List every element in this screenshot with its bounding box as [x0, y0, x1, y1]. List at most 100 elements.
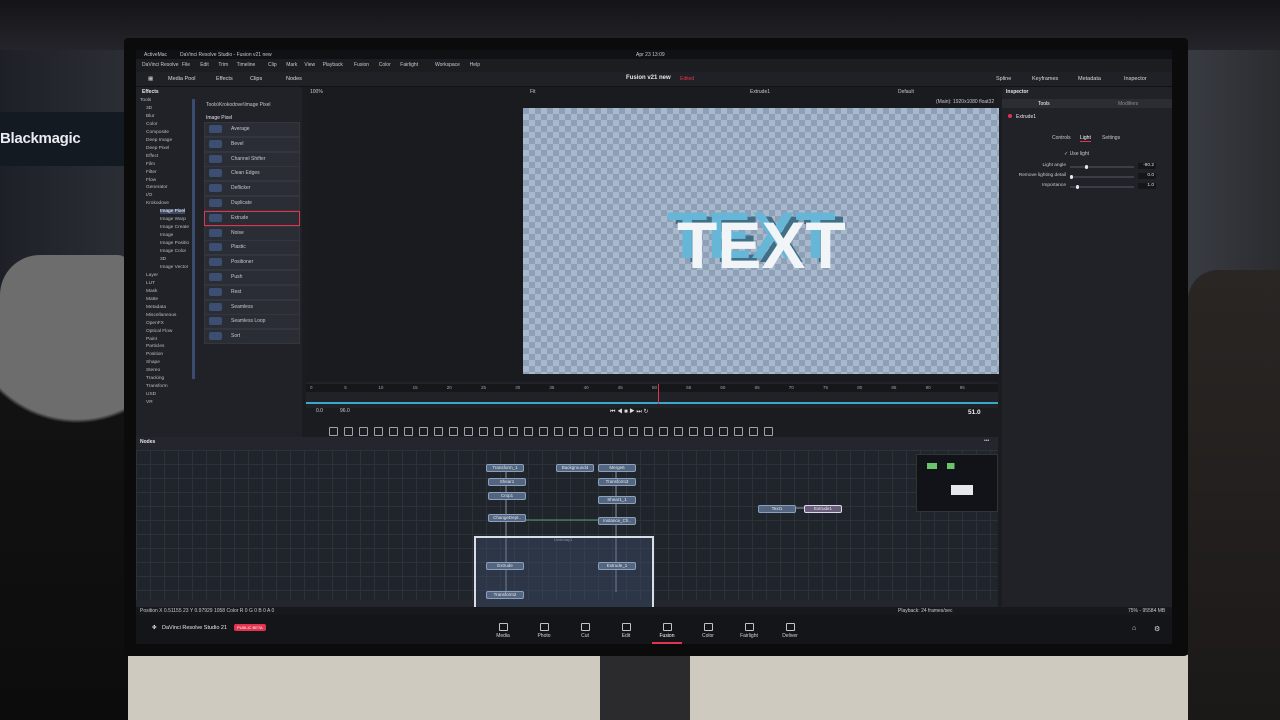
fusion-tool-icon[interactable] [764, 427, 773, 436]
param-value[interactable]: 1.0 [1138, 183, 1156, 189]
tool-item-push[interactable]: Push [204, 270, 300, 285]
tree-item-image-create[interactable]: Image Create [160, 225, 189, 230]
viewer-canvas[interactable]: TEXT TEXT TEXT [523, 108, 999, 374]
tree-item-3d[interactable]: 3D [146, 106, 152, 111]
fusion-tool-icon[interactable] [614, 427, 623, 436]
timeline-end[interactable]: 96.0 [340, 408, 350, 414]
page-fusion[interactable]: Fusion [652, 623, 682, 644]
viewer-lut[interactable]: Default [898, 89, 914, 95]
tree-item-optical-flow[interactable]: Optical Flow [146, 329, 172, 334]
menu-item-fusion[interactable]: Fusion [354, 62, 369, 68]
fusion-tool-icon[interactable] [719, 427, 728, 436]
fusion-tool-icon[interactable] [704, 427, 713, 436]
menu-item-file[interactable]: File [182, 62, 190, 68]
tree-item-position[interactable]: Position [146, 352, 163, 357]
page-deliver[interactable]: Deliver [775, 623, 805, 639]
node-transform2[interactable]: Transform2 [486, 591, 524, 599]
tree-item-matte[interactable]: Matte [146, 297, 158, 302]
tree-item-composite[interactable]: Composite [146, 130, 169, 135]
tool-item-rest[interactable]: Rest [204, 284, 300, 300]
use-light-checkbox[interactable]: ✓ Use light [1064, 151, 1089, 157]
tree-item-vr[interactable]: VR [146, 400, 153, 405]
subtab-settings[interactable]: Settings [1102, 135, 1120, 141]
page-cut[interactable]: Cut [570, 623, 600, 639]
fusion-tool-icon[interactable] [749, 427, 758, 436]
transport-controls[interactable]: ⏮ ◀ ■ ▶ ⏭ ↻ [610, 408, 649, 416]
playhead-bar[interactable] [306, 384, 998, 406]
fusion-tool-icon[interactable] [419, 427, 428, 436]
tree-item-3d[interactable]: 3D [160, 257, 166, 262]
fusion-tool-icon[interactable] [659, 427, 668, 436]
tool-item-sort[interactable]: Sort [204, 329, 300, 345]
menu-item-fairlight[interactable]: Fairlight [400, 62, 418, 68]
node-background4[interactable]: Background4 [556, 464, 594, 472]
menu-item-view[interactable]: View [304, 62, 315, 68]
tree-item-deep-image[interactable]: Deep Image [146, 138, 172, 143]
tree-item-i-o[interactable]: I/O [146, 193, 152, 198]
page-fairlight[interactable]: Fairlight [734, 623, 764, 639]
node-merge6[interactable]: Merge6 [598, 464, 636, 472]
tool-item-bevel[interactable]: Bevel [204, 136, 300, 152]
tree-item-paint[interactable]: Paint [146, 337, 157, 342]
slider-handle[interactable] [1076, 185, 1079, 189]
tool-item-extrude[interactable]: Extrude [204, 210, 300, 226]
node-instance-ch-[interactable]: Instance_Ch.. [598, 517, 636, 525]
page-media[interactable]: Media [488, 623, 518, 639]
tool-item-seamless[interactable]: Seamless [204, 299, 300, 315]
fusion-tool-icon[interactable] [554, 427, 563, 436]
fusion-tool-icon[interactable] [374, 427, 383, 436]
menu-item-clip[interactable]: Clip [268, 62, 277, 68]
tree-item-usd[interactable]: USD [146, 392, 156, 397]
tree-item-effect[interactable]: Effect [146, 154, 158, 159]
tree-item-image-vector[interactable]: Image Vector [160, 265, 188, 270]
tree-scrollbar[interactable] [192, 99, 195, 379]
tool-item-deflicker[interactable]: Deflicker [204, 181, 300, 197]
gear-icon[interactable]: ⚙ [1154, 625, 1160, 633]
fusion-tool-icon[interactable] [479, 427, 488, 436]
tool-item-clean-edges[interactable]: Clean Edges [204, 166, 300, 182]
media-pool-button[interactable]: Media Pool [168, 76, 196, 82]
tree-item-tools[interactable]: Tools [140, 98, 151, 103]
menu-item-playback[interactable]: Playback [323, 62, 343, 68]
subtab-light[interactable]: Light [1080, 135, 1091, 142]
tree-item-particles[interactable]: Particles [146, 344, 164, 349]
tree-item-blur[interactable]: Blur [146, 114, 155, 119]
tree-item-deep-pixel[interactable]: Deep Pixel [146, 146, 169, 151]
fusion-tool-icon[interactable] [359, 427, 368, 436]
effects-button[interactable]: Effects [216, 76, 233, 82]
page-photo[interactable]: Photo [529, 623, 559, 639]
fusion-tool-icon[interactable] [734, 427, 743, 436]
fusion-tool-icon[interactable] [689, 427, 698, 436]
tab-modifiers[interactable]: Modifiers [1118, 101, 1138, 107]
playhead[interactable] [658, 384, 659, 404]
home-icon[interactable]: ⌂ [1132, 625, 1136, 632]
tool-item-noise[interactable]: Noise [204, 225, 300, 241]
fusion-tool-icon[interactable] [539, 427, 548, 436]
node-extrude1[interactable]: Extrude1 [804, 505, 842, 513]
tree-item-metadata[interactable]: Metadata [146, 305, 166, 310]
subtab-controls[interactable]: Controls [1052, 135, 1071, 141]
fusion-tool-icon[interactable] [584, 427, 593, 436]
fusion-tool-icon[interactable] [434, 427, 443, 436]
fusion-tool-icon[interactable] [629, 427, 638, 436]
fusion-tool-icon[interactable] [389, 427, 398, 436]
tree-item-image[interactable]: Image [160, 233, 173, 238]
page-edit[interactable]: Edit [611, 623, 641, 639]
tree-item-mask[interactable]: Mask [146, 289, 157, 294]
node-shear1[interactable]: Shear1 [488, 478, 526, 486]
node-shear1-1[interactable]: Shear1_1 [598, 496, 636, 504]
node-extrude[interactable]: Extrude [486, 562, 524, 570]
viewer-zoom[interactable]: 100% [310, 89, 323, 95]
tree-item-transform[interactable]: Transform [146, 384, 168, 389]
param-slider[interactable] [1070, 165, 1134, 169]
tree-item-lut[interactable]: LUT [146, 281, 155, 286]
node-transform3[interactable]: Transform3 [598, 478, 636, 486]
fusion-tool-icon[interactable] [404, 427, 413, 436]
tool-item-average[interactable]: Average [204, 122, 300, 137]
param-value[interactable]: 0.0 [1138, 173, 1156, 179]
fusion-tool-icon[interactable] [599, 427, 608, 436]
fusion-tool-icon[interactable] [509, 427, 518, 436]
tree-item-film[interactable]: Film [146, 162, 155, 167]
tree-item-image-warp[interactable]: Image Warp [160, 217, 186, 222]
fusion-tool-icon[interactable] [344, 427, 353, 436]
